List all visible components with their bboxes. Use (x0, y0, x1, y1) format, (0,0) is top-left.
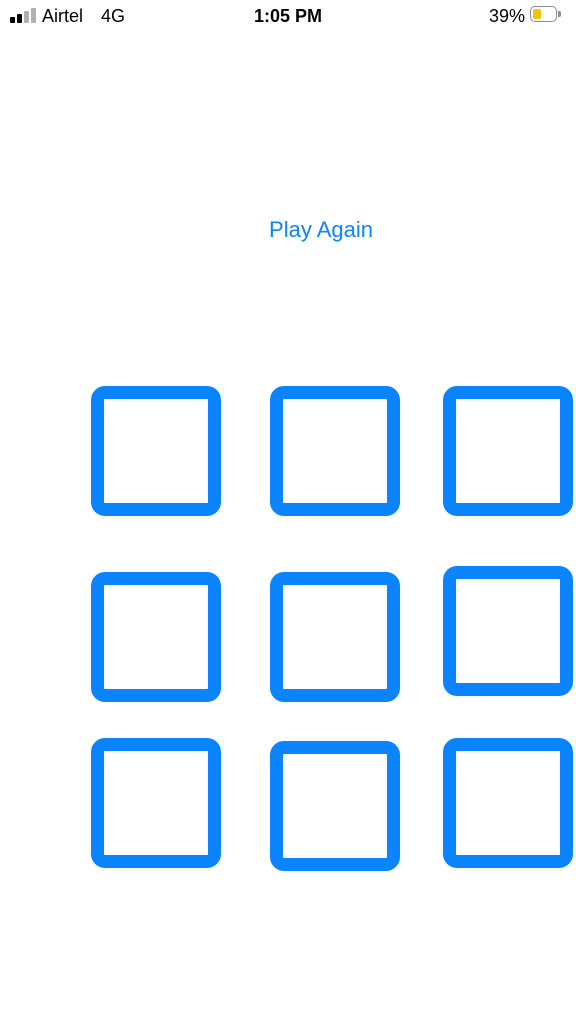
board-cell-5[interactable] (270, 572, 400, 702)
battery-percent: 39% (489, 6, 526, 26)
board-cell-9[interactable] (443, 738, 573, 868)
board-cell-1[interactable] (91, 386, 221, 516)
play-again-button[interactable]: Play Again (250, 214, 392, 246)
battery-cap (558, 11, 561, 17)
battery-icon (530, 6, 563, 24)
board-cell-8[interactable] (270, 741, 400, 871)
board-cell-7[interactable] (91, 738, 221, 868)
game-board (0, 0, 576, 1024)
board-cell-4[interactable] (91, 572, 221, 702)
board-cell-3[interactable] (443, 386, 573, 516)
status-time-text: 1:05 PM (253, 6, 323, 26)
board-cell-6[interactable] (443, 566, 573, 696)
board-cell-2[interactable] (270, 386, 400, 516)
battery-level-fill (533, 9, 541, 19)
status-bar: Airtel 4G 1:05 PM 39% (0, 0, 576, 32)
